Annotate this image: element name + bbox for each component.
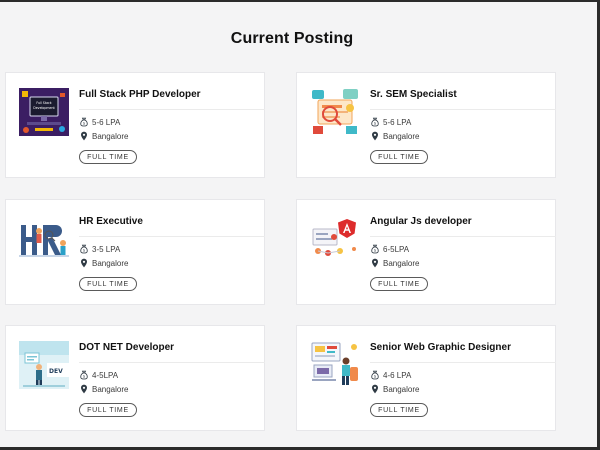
job-card-full-stack-php[interactable]: Full Stack Development Full Stack PHP De…	[5, 72, 265, 178]
job-type-badge[interactable]: FULL TIME	[370, 150, 428, 164]
job-type-badge[interactable]: FULL TIME	[79, 150, 137, 164]
designer-illustration	[310, 341, 360, 389]
svg-text:$: $	[374, 122, 376, 126]
job-title[interactable]: Full Stack PHP Developer	[79, 89, 201, 100]
svg-text:$: $	[374, 375, 376, 379]
location-text: Bangalore	[383, 258, 420, 268]
svg-text:$: $	[83, 375, 85, 379]
money-bag-icon: $	[80, 244, 88, 254]
job-type-badge[interactable]: FULL TIME	[370, 403, 428, 417]
salary-text: 6-5LPA	[383, 244, 410, 254]
angular-illustration	[310, 215, 360, 263]
svg-text:$: $	[83, 249, 85, 253]
job-card-web-graphic-designer[interactable]: Senior Web Graphic Designer $ 4-6 LPA Ba…	[296, 325, 556, 431]
hr-illustration	[19, 215, 69, 263]
svg-text:Full Stack: Full Stack	[36, 101, 51, 105]
divider	[370, 362, 556, 363]
money-bag-icon: $	[80, 117, 88, 127]
salary-row: $ 3-5 LPA	[79, 243, 120, 255]
location-row: Bangalore	[79, 383, 128, 395]
location-row: Bangalore	[79, 257, 128, 269]
location-pin-icon	[372, 258, 378, 268]
location-text: Bangalore	[92, 258, 129, 268]
svg-text:Development: Development	[33, 106, 55, 110]
location-row: Bangalore	[370, 130, 419, 142]
divider	[79, 362, 265, 363]
svg-text:DEV: DEV	[49, 368, 63, 375]
job-card-angular-developer[interactable]: Angular Js developer $ 6-5LPA Bangalore …	[296, 199, 556, 305]
divider	[370, 109, 556, 110]
page-title: Current Posting	[230, 30, 354, 47]
salary-row: $ 6-5LPA	[370, 243, 409, 255]
job-card-hr-executive[interactable]: HR Executive $ 3-5 LPA Bangalore FULL TI…	[5, 199, 265, 305]
money-bag-icon: $	[80, 370, 88, 380]
salary-text: 3-5 LPA	[92, 244, 121, 254]
salary-text: 4-6 LPA	[383, 370, 412, 380]
job-type-badge[interactable]: FULL TIME	[79, 277, 137, 291]
salary-text: 5-6 LPA	[92, 117, 121, 127]
window-top-edge	[0, 0, 600, 2]
location-text: Bangalore	[92, 384, 129, 394]
full-stack-illustration: Full Stack Development	[19, 88, 69, 136]
location-row: Bangalore	[370, 257, 419, 269]
money-bag-icon: $	[371, 244, 379, 254]
salary-text: 4-5LPA	[92, 370, 119, 380]
location-row: Bangalore	[79, 130, 128, 142]
job-card-sem-specialist[interactable]: Sr. SEM Specialist $ 5-6 LPA Bangalore F…	[296, 72, 556, 178]
job-title[interactable]: DOT NET Developer	[79, 342, 174, 353]
job-type-badge[interactable]: FULL TIME	[370, 277, 428, 291]
location-row: Bangalore	[370, 383, 419, 395]
job-title[interactable]: Senior Web Graphic Designer	[370, 342, 511, 353]
location-pin-icon	[81, 384, 87, 394]
salary-row: $ 4-5LPA	[79, 369, 118, 381]
location-text: Bangalore	[92, 131, 129, 141]
job-type-badge[interactable]: FULL TIME	[79, 403, 137, 417]
salary-row: $ 5-6 LPA	[79, 116, 120, 128]
divider	[79, 236, 265, 237]
money-bag-icon: $	[371, 117, 379, 127]
salary-text: 5-6 LPA	[383, 117, 412, 127]
location-pin-icon	[372, 131, 378, 141]
job-card-dot-net-developer[interactable]: DEV DOT NET Developer $ 4-5LPA Bangalore…	[5, 325, 265, 431]
seo-sem-illustration	[310, 88, 360, 136]
location-pin-icon	[81, 258, 87, 268]
job-title[interactable]: HR Executive	[79, 216, 143, 227]
salary-row: $ 4-6 LPA	[370, 369, 411, 381]
svg-text:$: $	[374, 249, 376, 253]
svg-text:$: $	[83, 122, 85, 126]
location-pin-icon	[372, 384, 378, 394]
job-title[interactable]: Angular Js developer	[370, 216, 472, 227]
divider	[79, 109, 265, 110]
location-text: Bangalore	[383, 384, 420, 394]
job-title[interactable]: Sr. SEM Specialist	[370, 89, 457, 100]
money-bag-icon: $	[371, 370, 379, 380]
divider	[370, 236, 556, 237]
location-text: Bangalore	[383, 131, 420, 141]
dotnet-illustration: DEV	[19, 341, 69, 389]
salary-row: $ 5-6 LPA	[370, 116, 411, 128]
location-pin-icon	[81, 131, 87, 141]
